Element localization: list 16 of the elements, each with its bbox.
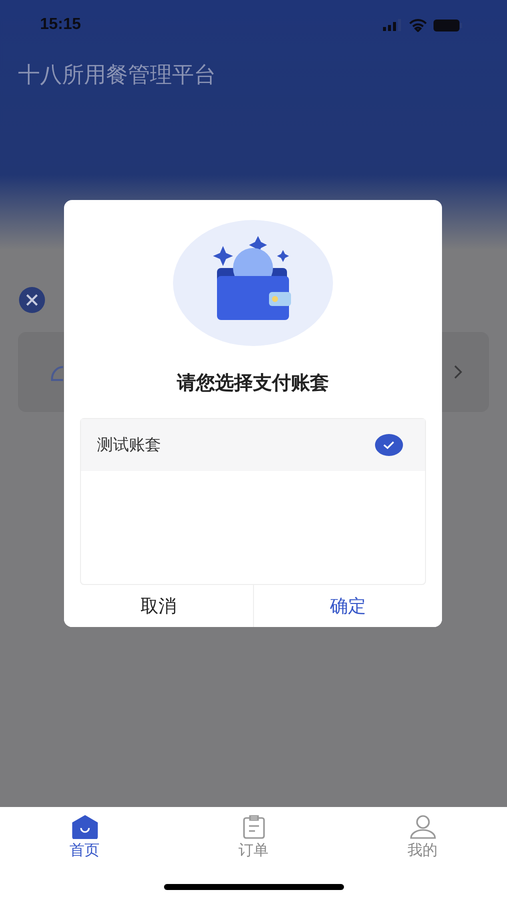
tab-item[interactable]: 订单 xyxy=(214,807,294,900)
chevron-right-icon xyxy=(453,364,463,380)
home-icon xyxy=(72,815,98,839)
status-time: 15:15 xyxy=(40,16,81,34)
wifi-icon xyxy=(409,18,427,32)
app-title: 十八所用餐管理平台 xyxy=(18,62,217,90)
cutlery-icon xyxy=(18,286,46,314)
tab-item[interactable]: 我的 xyxy=(382,807,462,900)
dialog-title: 请您选择支付账套 xyxy=(177,371,329,396)
clipboard-icon xyxy=(242,815,266,839)
battery-icon xyxy=(433,18,463,32)
confirm-button[interactable]: 确定 xyxy=(252,585,442,627)
person-icon xyxy=(410,815,436,839)
tab-item[interactable]: 首页 xyxy=(44,807,124,900)
account-option[interactable]: 测试账套 xyxy=(81,419,425,471)
signal-icon xyxy=(383,19,403,31)
